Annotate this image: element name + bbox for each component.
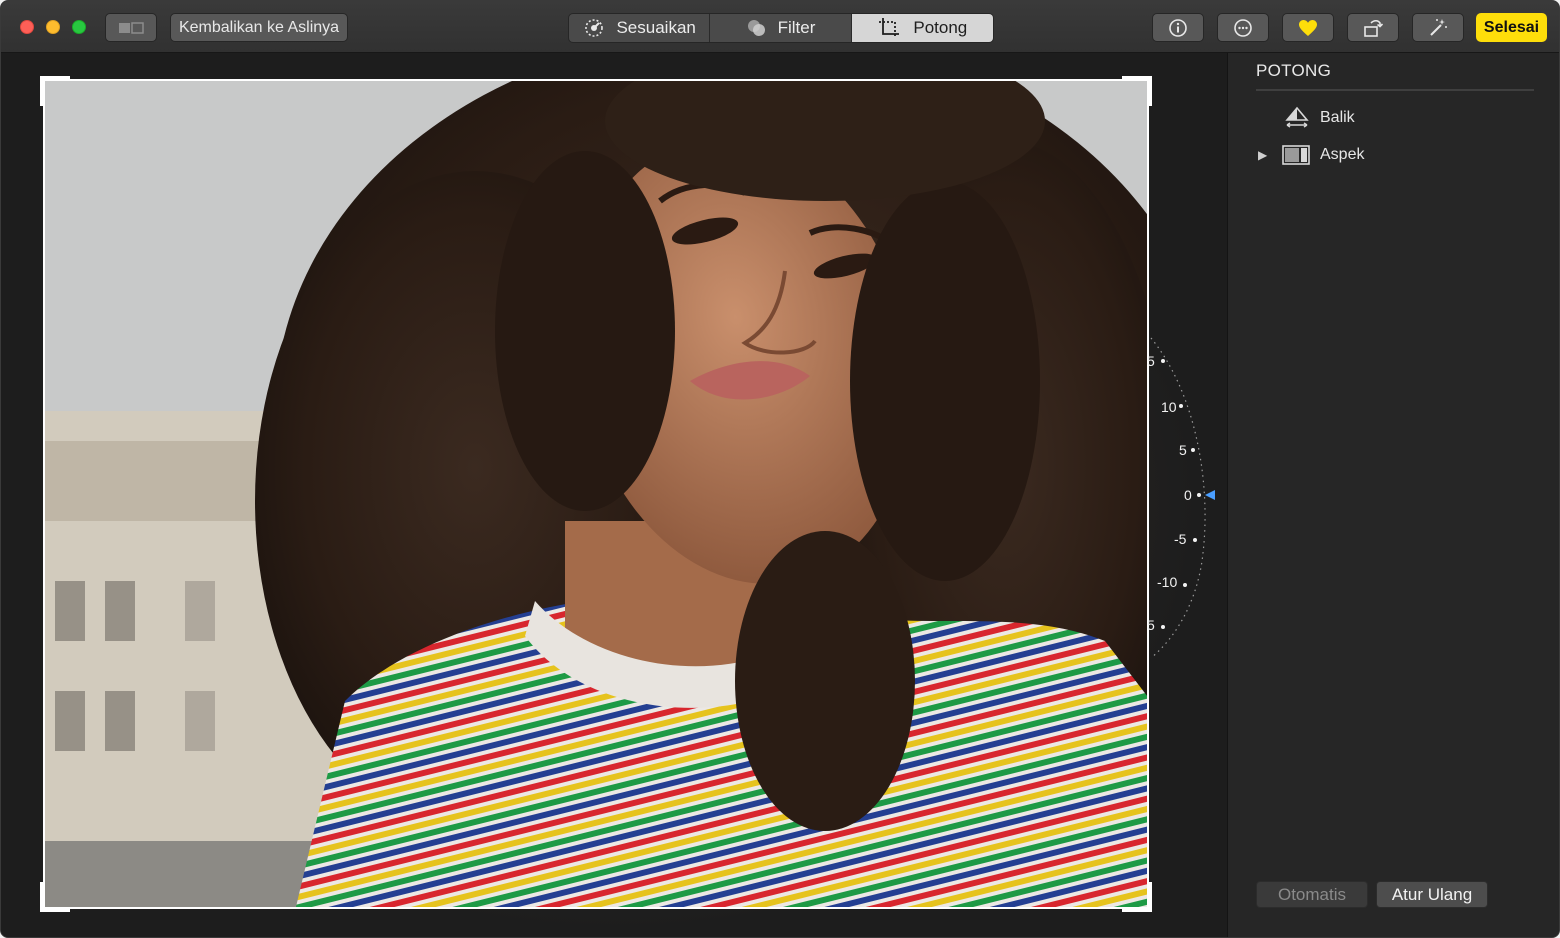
auto-label: Otomatis (1277, 884, 1347, 904)
magic-wand-icon (1430, 18, 1447, 36)
sidebar-item-aspect[interactable]: ▶ Aspek (1258, 141, 1364, 169)
auto-enhance-button[interactable] (1412, 13, 1464, 42)
compare-icon (119, 21, 144, 34)
revert-to-original-button[interactable]: Kembalikan ke Aslinya (170, 13, 348, 42)
done-label: Selesai (1483, 18, 1540, 36)
sidebar-item-label: Aspek (1320, 146, 1365, 163)
tab-crop-label: Potong (913, 18, 968, 37)
rotate-icon (1364, 19, 1384, 37)
dial-tick-label: -10 (1157, 574, 1178, 590)
favorite-button[interactable] (1282, 13, 1334, 42)
photo-being-cropped[interactable] (43, 79, 1149, 909)
crop-handle-bottom-left[interactable] (40, 882, 70, 912)
revert-label: Kembalikan ke Aslinya (178, 18, 340, 36)
reset-label: Atur Ulang (1391, 884, 1473, 904)
flip-icon (1285, 106, 1309, 128)
crop-handle-top-right[interactable] (1122, 76, 1152, 106)
ellipsis-icon (1234, 18, 1252, 37)
close-window-button[interactable] (20, 20, 34, 34)
filter-circles-icon (747, 20, 765, 36)
disclosure-triangle-icon[interactable]: ▶ (1258, 148, 1272, 162)
dial-tick-label: 5 (1179, 442, 1187, 458)
reset-button[interactable]: Atur Ulang (1376, 881, 1488, 908)
dial-indicator-icon (1205, 490, 1215, 500)
dial-tick-label: 10 (1161, 399, 1177, 415)
edit-mode-tabs: Sesuaikan Filter Potong (568, 13, 994, 43)
sidebar-title: POTONG (1256, 61, 1332, 80)
straighten-dial[interactable]: 5 10 5 0 -5 -10 5 (1141, 333, 1227, 663)
photos-editor-window: Kembalikan ke Aslinya Sesuaikan Filter P… (0, 0, 1560, 938)
portrait-photo-image (45, 81, 1147, 907)
compare-button[interactable] (105, 13, 157, 42)
sidebar-item-label: Balik (1320, 109, 1355, 126)
crop-sidebar: POTONG Balik ▶ Aspek Otomatis Atur Ulang (1227, 53, 1559, 937)
adjust-dial-icon (585, 19, 604, 37)
tab-filter[interactable]: Filter (710, 14, 852, 42)
more-options-button[interactable] (1217, 13, 1269, 42)
crop-icon (879, 18, 900, 38)
sidebar-divider (1256, 89, 1534, 91)
crop-handle-top-left[interactable] (40, 76, 70, 106)
minimize-window-button[interactable] (46, 20, 60, 34)
dial-tick-label: 5 (1147, 617, 1155, 633)
done-button[interactable]: Selesai (1476, 13, 1547, 42)
photo-canvas: 5 10 5 0 -5 -10 5 (1, 53, 1227, 937)
toolbar: Kembalikan ke Aslinya Sesuaikan Filter P… (1, 1, 1559, 53)
dial-tick-label: -5 (1174, 531, 1187, 547)
auto-button[interactable]: Otomatis (1256, 881, 1368, 908)
dial-current-value: 0 (1184, 487, 1192, 503)
heart-icon (1299, 19, 1317, 36)
rotate-button[interactable] (1347, 13, 1399, 42)
tab-adjust-label: Sesuaikan (616, 18, 696, 37)
tab-adjust[interactable]: Sesuaikan (569, 14, 711, 42)
dial-tick-label: 5 (1147, 353, 1155, 369)
crop-handle-bottom-right[interactable] (1122, 882, 1152, 912)
tab-crop[interactable]: Potong (851, 14, 993, 42)
tab-filter-label: Filter (777, 18, 816, 37)
info-icon (1169, 18, 1187, 37)
zoom-window-button[interactable] (72, 20, 86, 34)
info-button[interactable] (1152, 13, 1204, 42)
sidebar-item-flip[interactable]: Balik (1284, 104, 1355, 132)
aspect-ratio-icon (1282, 145, 1310, 165)
